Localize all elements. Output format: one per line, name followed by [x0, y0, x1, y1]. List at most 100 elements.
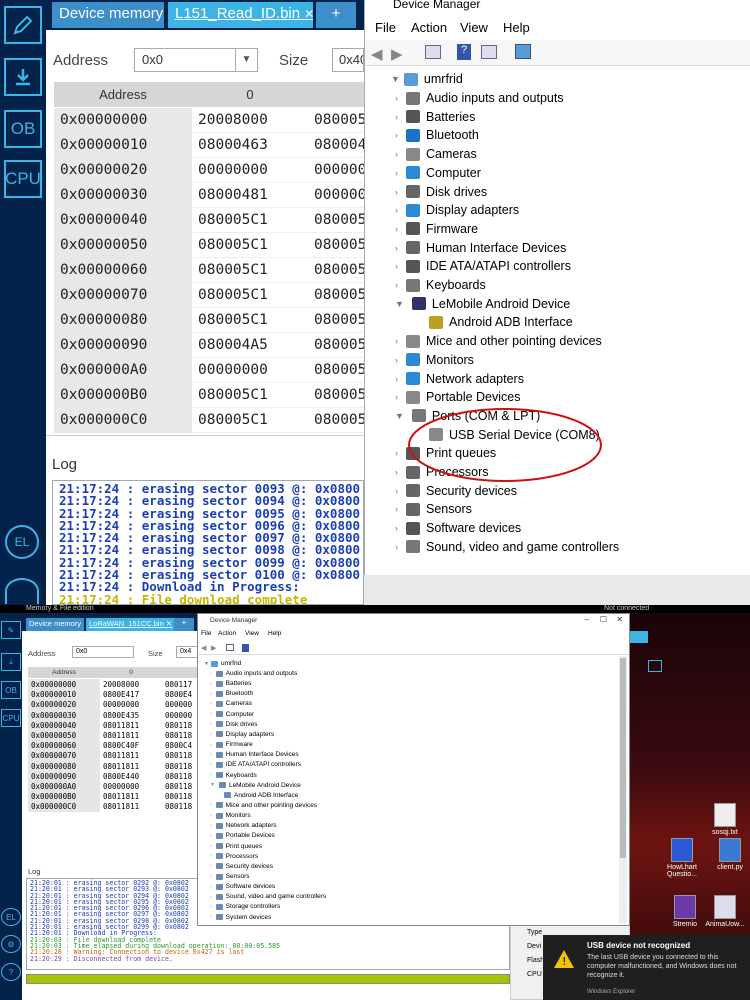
maximize-icon[interactable]: ☐: [600, 615, 607, 624]
table-row[interactable]: 0x00000010 0800E417 0800E4: [28, 689, 198, 700]
tree-category-item[interactable]: › Sensors: [210, 873, 250, 880]
table-row[interactable]: 0x000000C0 080005C1 080005: [54, 408, 364, 433]
chevron-right-icon[interactable]: ›: [395, 542, 398, 552]
tree-category-item[interactable]: › Bluetooth: [395, 128, 479, 142]
table-row[interactable]: 0x00000020 00000000 000000: [28, 699, 198, 710]
desktop-file-icon[interactable]: Stremio: [665, 895, 705, 928]
chevron-right-icon[interactable]: ›: [210, 833, 212, 839]
forward-icon[interactable]: ▶: [391, 45, 403, 63]
help-icon[interactable]: ?: [1, 963, 21, 981]
table-row[interactable]: 0x00000040 080005C1 080005: [54, 208, 364, 233]
tree-category-item[interactable]: › Batteries: [395, 110, 475, 124]
chevron-right-icon[interactable]: ›: [395, 261, 398, 271]
tree-category-item[interactable]: › Audio inputs and outputs: [395, 91, 564, 105]
ob-icon[interactable]: OB: [4, 110, 42, 148]
chevron-down-icon[interactable]: ▼: [391, 74, 400, 84]
chevron-right-icon[interactable]: ›: [395, 224, 398, 234]
desktop-file-icon[interactable]: HowLhart Questio...: [662, 838, 702, 878]
close-icon[interactable]: ✕: [616, 615, 623, 624]
minimize-icon[interactable]: –: [585, 615, 589, 624]
chevron-right-icon[interactable]: ›: [395, 168, 398, 178]
table-row[interactable]: 0x00000080 080005C1 080005: [54, 308, 364, 333]
address-input[interactable]: 0x0: [72, 646, 134, 658]
chevron-right-icon[interactable]: ›: [395, 355, 398, 365]
chevron-right-icon[interactable]: ›: [210, 874, 212, 880]
tree-category-item[interactable]: › Network adapters: [395, 372, 524, 386]
table-row[interactable]: 0x00000000 20008000 080117: [28, 679, 198, 690]
chevron-right-icon[interactable]: ›: [210, 752, 212, 758]
chevron-down-icon[interactable]: ▼: [235, 49, 257, 71]
address-input[interactable]: 0x0 ▼: [134, 48, 258, 72]
size-input[interactable]: 0x4: [176, 646, 198, 658]
chevron-right-icon[interactable]: ›: [210, 802, 212, 808]
tree-category-item[interactable]: › Keyboards: [210, 772, 257, 779]
tools-icon[interactable]: [5, 578, 39, 604]
table-row[interactable]: 0x00000060 080005C1 080005: [54, 258, 364, 283]
chevron-right-icon[interactable]: ›: [210, 711, 212, 717]
size-input[interactable]: 0x40: [332, 48, 364, 72]
tab-device-memory[interactable]: Device memory: [52, 2, 164, 28]
tree-category-item[interactable]: › Cameras: [210, 700, 252, 707]
tree-category-item[interactable]: › IDE ATA/ATAPI controllers: [395, 259, 571, 273]
chevron-right-icon[interactable]: ›: [210, 701, 212, 707]
tree-category-item[interactable]: › Monitors: [395, 353, 474, 367]
tree-device-item[interactable]: Android ADB Interface: [224, 792, 298, 799]
table-row[interactable]: 0x00000080 08011811 080118: [28, 760, 198, 771]
desktop-file-icon[interactable]: client.py: [710, 838, 750, 871]
desktop-file-icon[interactable]: sosqj.txt: [705, 803, 745, 836]
table-row[interactable]: 0x000000A0 00000000 080118: [28, 781, 198, 792]
tree-device-item[interactable]: Android ADB Interface: [429, 315, 573, 329]
tree-category-item[interactable]: › Human Interface Devices: [210, 751, 299, 758]
tools-icon[interactable]: ⚙: [1, 935, 21, 953]
tree-category-item[interactable]: › Processors: [210, 853, 258, 860]
back-icon[interactable]: ◀: [371, 45, 383, 63]
download-icon[interactable]: [4, 58, 42, 96]
chevron-down-icon[interactable]: ▼: [395, 299, 404, 309]
download-icon[interactable]: ⤓: [1, 653, 21, 671]
chevron-right-icon[interactable]: ›: [210, 894, 212, 900]
chevron-right-icon[interactable]: ›: [395, 486, 398, 496]
chevron-right-icon[interactable]: ›: [395, 280, 398, 290]
tree-category-item[interactable]: › Audio inputs and outputs: [210, 670, 297, 677]
tree-category-item[interactable]: › Human Interface Devices: [395, 241, 566, 255]
tree-category-item[interactable]: › Display adapters: [395, 203, 519, 217]
tree-category-item[interactable]: › Cameras: [395, 147, 477, 161]
tree-category-item[interactable]: › Computer: [395, 166, 481, 180]
chevron-right-icon[interactable]: ›: [210, 904, 212, 910]
tree-category-item[interactable]: › Batteries: [210, 680, 251, 687]
ob-icon[interactable]: OB: [1, 681, 21, 699]
table-row[interactable]: 0x000000C0 08011811 080118: [28, 801, 198, 812]
chevron-right-icon[interactable]: ›: [395, 187, 398, 197]
menu-action[interactable]: Action: [411, 20, 447, 35]
table-row[interactable]: 0x00000060 0800C40F 0800C4: [28, 740, 198, 751]
tree-category-item[interactable]: › Print queues: [210, 843, 262, 850]
tree-category-item[interactable]: › Computer: [210, 711, 254, 718]
chevron-right-icon[interactable]: ›: [395, 504, 398, 514]
chevron-right-icon[interactable]: ›: [395, 523, 398, 533]
properties-icon[interactable]: [226, 644, 234, 651]
usb-toast[interactable]: ! USB device not recognized The last USB…: [543, 935, 750, 1000]
tree-category-item[interactable]: › Software devices: [395, 521, 521, 535]
chevron-right-icon[interactable]: ›: [210, 731, 212, 737]
help-icon[interactable]: [242, 644, 249, 652]
chevron-right-icon[interactable]: ›: [210, 671, 212, 677]
chevron-right-icon[interactable]: ›: [395, 243, 398, 253]
chevron-right-icon[interactable]: ›: [210, 853, 212, 859]
chevron-right-icon[interactable]: ›: [395, 112, 398, 122]
table-row[interactable]: 0x00000000 20008000 080005: [54, 108, 364, 133]
chevron-right-icon[interactable]: ›: [395, 130, 398, 140]
forward-icon[interactable]: ▶: [211, 644, 216, 652]
menu-view[interactable]: View: [460, 20, 488, 35]
el-icon[interactable]: EL: [5, 525, 39, 559]
tree-category-item[interactable]: › IDE ATA/ATAPI controllers: [210, 761, 301, 768]
tree-category-item[interactable]: › Keyboards: [395, 278, 486, 292]
chevron-right-icon[interactable]: ›: [395, 205, 398, 215]
menu-file[interactable]: File: [375, 20, 396, 35]
chevron-down-icon[interactable]: ▼: [210, 782, 215, 788]
tab-file[interactable]: L151_Read_ID.bin ✕: [168, 2, 313, 28]
chevron-right-icon[interactable]: ›: [395, 467, 398, 477]
cpu-icon[interactable]: CPU: [4, 160, 42, 198]
tree-category-item[interactable]: ▼ LeMobile Android Device: [395, 297, 570, 311]
chevron-right-icon[interactable]: ›: [210, 884, 212, 890]
pencil-icon[interactable]: [4, 6, 42, 44]
